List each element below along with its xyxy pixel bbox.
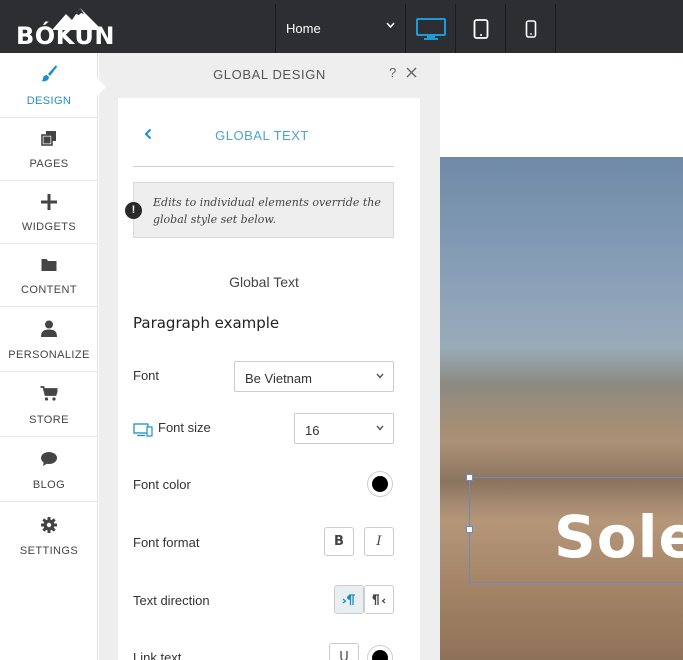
active-item-indicator [97,78,106,96]
sidebar-item-personalize[interactable]: PERSONALIZE [0,307,98,372]
alert-icon: ! [125,202,142,219]
speech-bubble-icon [41,452,57,466]
top-toolbar: BÓKUN Home [0,0,683,53]
global-text-heading: Global Text [229,274,299,290]
pages-icon [41,131,56,146]
desktop-view-button[interactable] [406,4,456,53]
help-button[interactable]: ? [389,65,396,80]
plus-icon [41,194,57,210]
font-label: Font [133,368,160,383]
responsive-devices-icon [133,423,153,437]
user-icon [41,320,57,337]
sidebar-item-settings[interactable]: SETTINGS [0,502,98,568]
ltr-direction-button[interactable] [334,585,364,614]
desktop-icon [415,17,446,40]
hero-image[interactable] [440,157,683,660]
page-select[interactable]: Home [275,4,406,53]
logo-text: BÓKUN [16,22,115,50]
font-color-swatch[interactable] [367,471,393,497]
font-size-select[interactable]: 16 [294,413,394,444]
tablet-view-button[interactable] [456,4,506,53]
bokun-logo[interactable]: BÓKUN [14,8,114,50]
resize-handle[interactable] [466,526,473,533]
close-icon[interactable] [406,67,417,78]
sidebar-item-label: PERSONALIZE [8,349,90,361]
hero-heading[interactable]: Sole [554,503,683,571]
text-direction-label: Text direction [133,593,210,608]
font-size-label: Font size [158,420,211,435]
paintbrush-icon [41,65,57,82]
sidebar-item-widgets[interactable]: WIDGETS [0,181,98,244]
paragraph-example: Paragraph example [133,314,280,332]
bold-button[interactable]: B [324,527,354,556]
cart-icon [40,386,58,401]
divider [133,166,394,167]
global-design-panel: GLOBAL DESIGN ? GLOBAL TEXT Edits to ind… [99,53,440,660]
sidebar-item-label: DESIGN [26,95,72,107]
chevron-down-icon [386,22,395,28]
sidebar-item-label: WIDGETS [21,221,77,233]
font-format-label: Font format [133,535,200,550]
site-preview[interactable]: Sole [440,53,683,660]
global-text-card: GLOBAL TEXT Edits to individual elements… [118,98,420,660]
phone-view-button[interactable] [506,4,556,53]
font-select[interactable]: Be Vietnam [234,361,394,392]
sidebar-item-store[interactable]: STORE [0,372,98,437]
sidebar-item-blog[interactable]: BLOG [0,437,98,502]
left-sidebar: DESIGN PAGES WIDGETS CONTENT PERSONALIZE [0,53,98,660]
italic-button[interactable]: I [364,527,394,556]
link-text-label: Link text [133,650,182,660]
resize-handle[interactable] [466,474,473,481]
sidebar-item-label: CONTENT [21,284,77,296]
sidebar-item-pages[interactable]: PAGES [0,118,98,181]
phone-icon [525,19,536,38]
link-color-swatch[interactable] [367,645,393,660]
tablet-icon [473,18,488,39]
gear-icon [41,517,57,533]
sidebar-item-label: PAGES [29,158,69,170]
ltr-paragraph-icon [342,594,355,605]
chevron-down-icon [376,425,384,431]
sidebar-item-label: STORE [29,414,69,426]
sidebar-item-label: BLOG [32,479,66,491]
sidebar-item-design[interactable]: DESIGN [0,53,98,118]
font-select-value: Be Vietnam [245,371,312,386]
sidebar-item-content[interactable]: CONTENT [0,244,98,307]
font-size-value: 16 [305,423,320,438]
rtl-direction-button[interactable] [364,585,394,614]
sidebar-item-label: SETTINGS [19,545,79,557]
underline-button[interactable]: U [329,643,359,660]
override-notice: Edits to individual elements override th… [133,182,394,238]
notice-text: Edits to individual elements override th… [153,196,381,226]
font-color-label: Font color [133,477,191,492]
page-select-value: Home [286,21,321,36]
folder-icon [41,259,57,271]
rtl-paragraph-icon [372,594,386,605]
section-title: GLOBAL TEXT [215,128,309,143]
chevron-down-icon [376,373,384,379]
